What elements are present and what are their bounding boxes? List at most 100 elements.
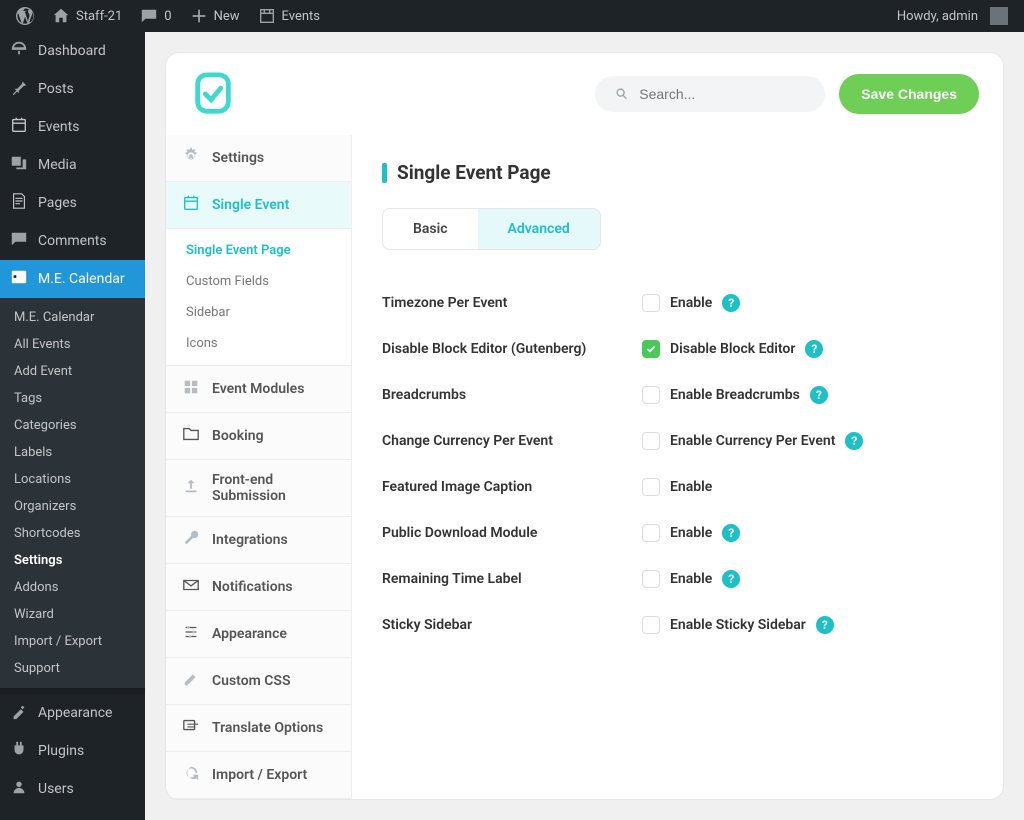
help-icon[interactable]: ?	[722, 524, 740, 542]
wp-menu-plugins[interactable]: Plugins	[0, 732, 145, 770]
field-row: Timezone Per EventEnable?	[382, 280, 973, 326]
save-changes-button[interactable]: Save Changes	[839, 74, 979, 114]
wp-menu-users[interactable]: Users	[0, 770, 145, 808]
settings-nav-label: Integrations	[212, 532, 288, 548]
calendar-icon	[182, 194, 200, 216]
page-title-wrap: Single Event Page	[382, 161, 973, 184]
home-icon	[52, 7, 70, 25]
settings-subnav-custom-fields[interactable]: Custom Fields	[166, 266, 351, 297]
wp-sub-addons[interactable]: Addons	[0, 574, 145, 601]
wp-sub-labels[interactable]: Labels	[0, 439, 145, 466]
settings-nav-label: Booking	[212, 428, 264, 444]
help-icon[interactable]: ?	[805, 340, 823, 358]
wp-menu-label: Events	[38, 119, 79, 135]
wp-menu-events[interactable]: Events	[0, 108, 145, 146]
settings-nav-notifications[interactable]: Notifications	[166, 564, 351, 611]
wp-menu-m-e-calendar[interactable]: M.E. Calendar	[0, 260, 145, 298]
search-box[interactable]	[595, 76, 825, 112]
wp-sub-categories[interactable]: Categories	[0, 412, 145, 439]
checkbox-label: Enable Breadcrumbs	[670, 387, 800, 403]
wp-menu-label: Appearance	[38, 705, 112, 721]
wp-sub-import-export[interactable]: Import / Export	[0, 628, 145, 655]
grid-icon	[182, 378, 200, 400]
settings-nav-label: Notifications	[212, 579, 293, 595]
panel-header-right: Save Changes	[595, 74, 979, 114]
settings-nav: SettingsSingle EventSingle Event PageCus…	[166, 135, 352, 799]
checkbox[interactable]	[642, 616, 660, 634]
field-control: Enable Breadcrumbs?	[642, 386, 828, 404]
wp-sub-settings[interactable]: Settings	[0, 547, 145, 574]
checkbox-label: Enable Sticky Sidebar	[670, 617, 806, 633]
settings-nav-integrations[interactable]: Integrations	[166, 517, 351, 564]
site-name: Staff-21	[76, 9, 122, 24]
wp-sub-tags[interactable]: Tags	[0, 385, 145, 412]
checkbox[interactable]	[642, 432, 660, 450]
field-control: Enable Currency Per Event?	[642, 432, 863, 450]
settings-nav-appearance[interactable]: Appearance	[166, 611, 351, 658]
settings-nav-custom-css[interactable]: Custom CSS	[166, 658, 351, 705]
wp-menu-media[interactable]: Media	[0, 146, 145, 184]
wp-menu-pages[interactable]: Pages	[0, 184, 145, 222]
checkbox[interactable]	[642, 340, 660, 358]
settings-nav-label: Single Event	[212, 197, 289, 213]
tab-basic[interactable]: Basic	[383, 209, 478, 249]
settings-nav-single-event[interactable]: Single Event	[166, 182, 351, 229]
field-label: Disable Block Editor (Gutenberg)	[382, 341, 642, 357]
wp-menu-label: Users	[38, 781, 74, 797]
settings-nav-event-modules[interactable]: Event Modules	[166, 366, 351, 413]
help-icon[interactable]: ?	[845, 432, 863, 450]
settings-nav-front-end-submission[interactable]: Front-end Submission	[166, 460, 351, 517]
search-input[interactable]	[639, 86, 805, 102]
help-icon[interactable]: ?	[722, 294, 740, 312]
settings-nav-import-export[interactable]: Import / Export	[166, 752, 351, 799]
settings-nav-translate-options[interactable]: Translate Options	[166, 705, 351, 752]
new-link[interactable]: New	[182, 0, 248, 32]
avatar	[990, 7, 1008, 25]
help-icon[interactable]: ?	[722, 570, 740, 588]
wp-menu-appearance[interactable]: Appearance	[0, 694, 145, 732]
field-control: Disable Block Editor?	[642, 340, 823, 358]
checkbox[interactable]	[642, 478, 660, 496]
settings-subnav-icons[interactable]: Icons	[166, 328, 351, 359]
wp-sub-all-events[interactable]: All Events	[0, 331, 145, 358]
settings-nav-label: Settings	[212, 150, 264, 166]
settings-subnav-single-event-page[interactable]: Single Event Page	[166, 235, 351, 266]
checkbox[interactable]	[642, 386, 660, 404]
settings-nav-label: Import / Export	[212, 767, 307, 783]
folder-icon	[182, 425, 200, 447]
settings-nav-label: Appearance	[212, 626, 287, 642]
comments-link[interactable]: 0	[132, 0, 179, 32]
field-label: Remaining Time Label	[382, 571, 642, 587]
wp-sub-m-e-calendar[interactable]: M.E. Calendar	[0, 304, 145, 331]
wp-sub-wizard[interactable]: Wizard	[0, 601, 145, 628]
wp-sub-locations[interactable]: Locations	[0, 466, 145, 493]
wp-menu-comments[interactable]: Comments	[0, 222, 145, 260]
wp-sub-add-event[interactable]: Add Event	[0, 358, 145, 385]
wp-logo[interactable]	[8, 0, 42, 32]
settings-nav-booking[interactable]: Booking	[166, 413, 351, 460]
wp-sub-support[interactable]: Support	[0, 655, 145, 682]
wordpress-icon	[16, 7, 34, 25]
field-label: Change Currency Per Event	[382, 433, 642, 449]
settings-subnav-sidebar[interactable]: Sidebar	[166, 297, 351, 328]
checkbox-label: Enable Currency Per Event	[670, 433, 835, 449]
mec-logo	[190, 71, 236, 117]
wp-sub-organizers[interactable]: Organizers	[0, 493, 145, 520]
settings-nav-settings[interactable]: Settings	[166, 135, 351, 182]
checkbox[interactable]	[642, 524, 660, 542]
checkbox[interactable]	[642, 294, 660, 312]
checkbox-label: Enable	[670, 479, 712, 495]
howdy-link[interactable]: Howdy, admin	[889, 0, 1016, 32]
site-name-link[interactable]: Staff-21	[44, 0, 130, 32]
wp-menu-dashboard[interactable]: Dashboard	[0, 32, 145, 70]
wp-menu-posts[interactable]: Posts	[0, 70, 145, 108]
checkbox[interactable]	[642, 570, 660, 588]
help-icon[interactable]: ?	[810, 386, 828, 404]
help-icon[interactable]: ?	[816, 616, 834, 634]
events-link[interactable]: Events	[250, 0, 328, 32]
field-row: Sticky SidebarEnable Sticky Sidebar?	[382, 602, 973, 648]
tab-advanced[interactable]: Advanced	[478, 209, 600, 249]
adminbar-right: Howdy, admin	[889, 0, 1016, 32]
wp-sub-shortcodes[interactable]: Shortcodes	[0, 520, 145, 547]
field-label: Public Download Module	[382, 525, 642, 541]
